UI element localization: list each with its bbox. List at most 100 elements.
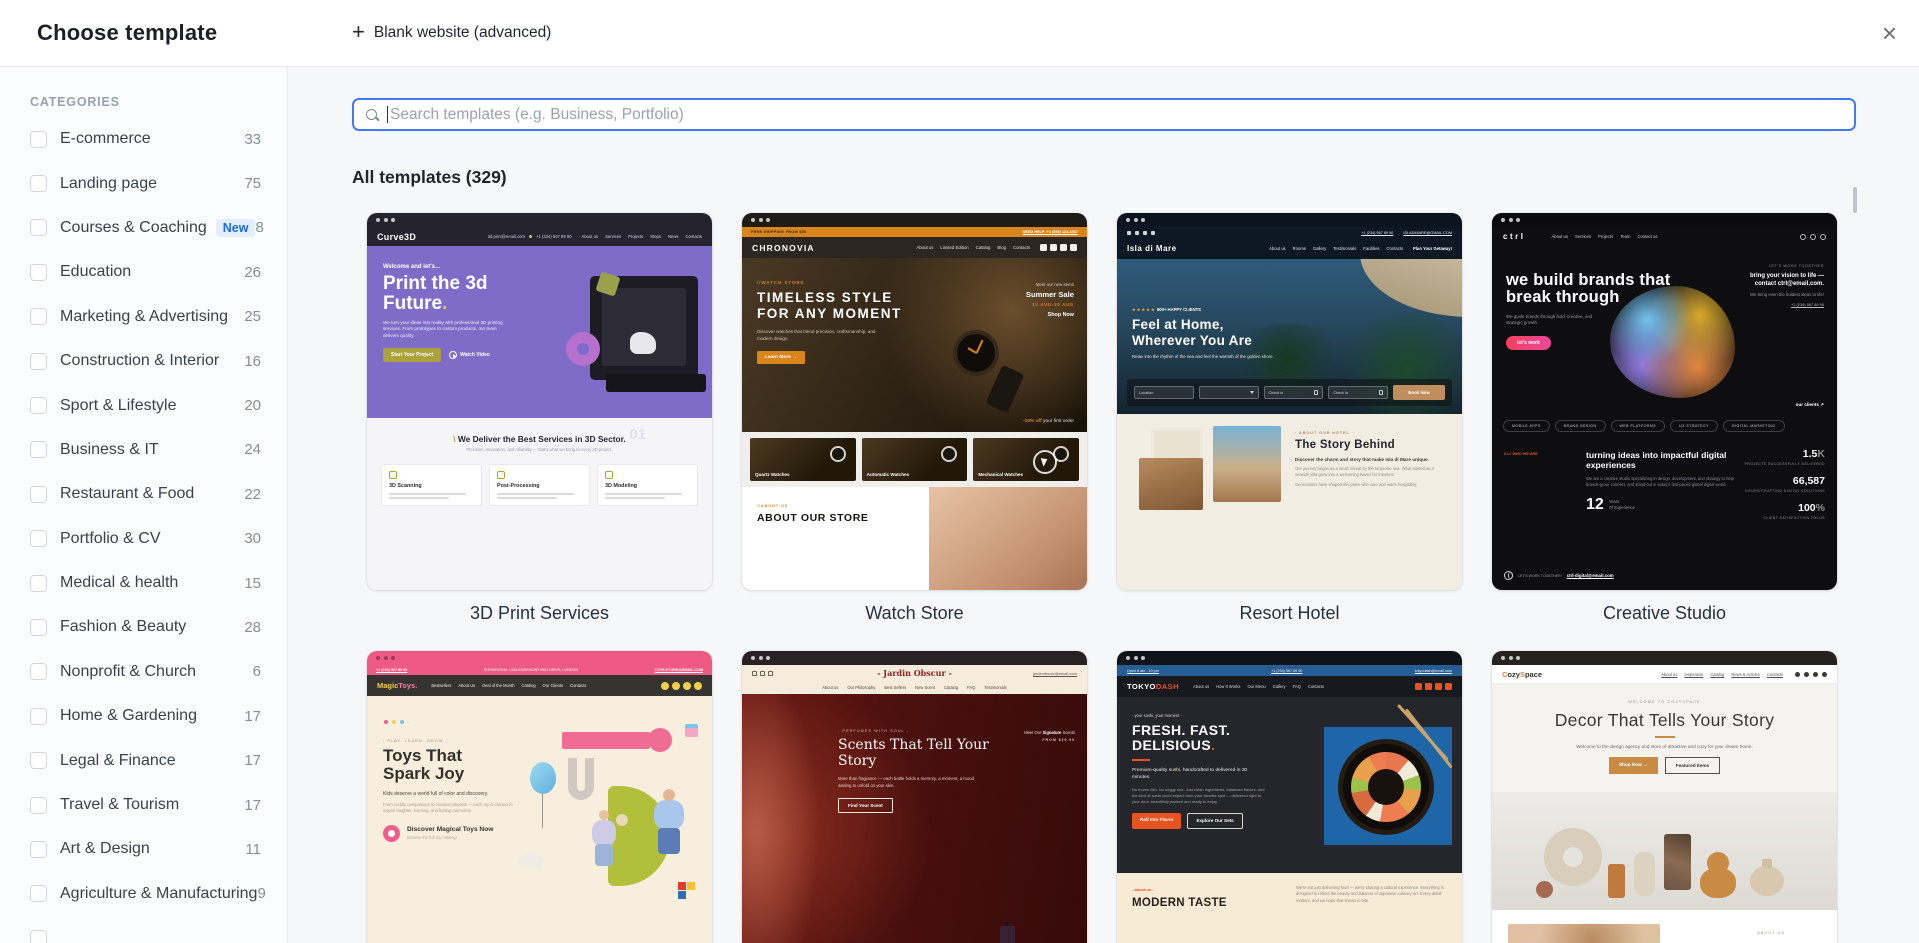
plush-bunny-graphic bbox=[616, 814, 628, 826]
category-item-partial[interactable] bbox=[30, 916, 261, 943]
category-item-fashion-beauty[interactable]: Fashion & Beauty 28 bbox=[30, 605, 261, 649]
template-card-3d-print-services[interactable]: Curve3D 3d.print@email.com +1 (234) 567 8… bbox=[367, 213, 712, 590]
mini-eyebrow: ABOUT US bbox=[1757, 930, 1785, 935]
instagram-icon bbox=[1050, 244, 1057, 251]
category-item-education[interactable]: Education 26 bbox=[30, 250, 261, 294]
checkbox[interactable] bbox=[30, 485, 47, 503]
mini-hero: //WATCH STORE TIMELESS STYLE FOR ANY MOM… bbox=[742, 258, 1087, 432]
mini-nav: About us Our Philosophy Best Sellers New S… bbox=[742, 681, 1087, 694]
category-count: 28 bbox=[244, 618, 261, 636]
blank-website-button[interactable]: + Blank website (advanced) bbox=[352, 21, 552, 43]
category-label: Legal & Finance bbox=[60, 751, 176, 769]
category-item-construction-interior[interactable]: Construction & Interior 16 bbox=[30, 339, 261, 383]
mini-paragraph: We guide brands through bold, creative, … bbox=[1506, 313, 1593, 326]
mini-button: Learn More → bbox=[757, 350, 805, 364]
mini-hero: - your sushi, your moment - FRESH. FAST.… bbox=[1117, 697, 1462, 873]
category-item-restaurant-food[interactable]: Restaurant & Food 22 bbox=[30, 472, 261, 516]
category-item-nonprofit-church[interactable]: Nonprofit & Church 6 bbox=[30, 650, 261, 694]
template-cell: Open 8 am - 10 pm +1 (234) 567 89 00 tok… bbox=[1117, 651, 1462, 943]
template-card-watch-store[interactable]: FREE SHIPPING FROM $50 NEED HELP: +1 (55… bbox=[742, 213, 1087, 590]
tile-quartz: Quartz Watches bbox=[750, 438, 856, 481]
checkbox[interactable] bbox=[30, 796, 47, 814]
category-item-landing-page[interactable]: Landing page 75 bbox=[30, 161, 261, 205]
mini-logo: TOKYODASH bbox=[1127, 682, 1179, 691]
search-bar[interactable] bbox=[352, 98, 1856, 131]
checkbox[interactable] bbox=[30, 707, 47, 725]
mini-eyebrow: WELCOME TO COZYSPACE bbox=[1628, 700, 1701, 704]
social-icons bbox=[1127, 230, 1155, 235]
templates-panel: All templates (329) Curve3D 3d.print@ema… bbox=[288, 67, 1919, 943]
template-card-resort-hotel[interactable]: +1 (234) 567 89 90 ISLADIMARE@GMAIL.COM I… bbox=[1117, 213, 1462, 590]
category-item-ecommerce[interactable]: E-commerce 33 bbox=[30, 117, 261, 161]
category-item-medical-health[interactable]: Medical & health 15 bbox=[30, 561, 261, 605]
template-cell: ctrl About us Services Projects Team Conta… bbox=[1492, 213, 1837, 624]
checkbox[interactable] bbox=[30, 574, 47, 592]
checkbox[interactable] bbox=[30, 752, 47, 770]
mini-nav: About us Inspiration Catalog News & Articl… bbox=[1661, 671, 1783, 677]
checkbox[interactable] bbox=[30, 352, 47, 370]
category-label: Sport & Lifestyle bbox=[60, 396, 177, 414]
feature-icon bbox=[497, 471, 505, 479]
scrollbar-thumb[interactable] bbox=[1853, 187, 1857, 213]
promo-block: Meet our new items Summer Sale 10 AUG-20… bbox=[1025, 282, 1074, 318]
search-input[interactable] bbox=[390, 105, 1842, 124]
checkbox[interactable] bbox=[30, 130, 47, 148]
category-item-agriculture-manufacturing[interactable]: Agriculture & Manufacturing 9 bbox=[30, 872, 266, 916]
checkbox[interactable] bbox=[30, 441, 47, 459]
category-item-home-gardening[interactable]: Home & Gardening 17 bbox=[30, 694, 261, 738]
mini-paragraph: We turn your ideas into reality with pro… bbox=[383, 319, 503, 339]
template-card-toy-store[interactable]: +1 (234) 567 89 90 SHOWROOM: 123A EGREMO… bbox=[367, 651, 712, 943]
category-count: 33 bbox=[244, 130, 261, 148]
checkbox[interactable] bbox=[30, 263, 47, 281]
mini-section: - about us - MODERN TASTE We're not just… bbox=[1117, 873, 1462, 943]
checkbox[interactable] bbox=[30, 618, 47, 636]
mini-nav: About us Rooms Gallery Testimonials Facili… bbox=[1269, 246, 1404, 251]
mini-title: Decor That Tells Your Story bbox=[1554, 710, 1775, 730]
category-item-art-design[interactable]: Art & Design 11 bbox=[30, 827, 261, 871]
instagram-icon bbox=[1425, 683, 1432, 690]
booking-field-checkout: Check in bbox=[1328, 386, 1388, 399]
checkbox[interactable] bbox=[30, 663, 47, 681]
checkbox[interactable] bbox=[30, 219, 47, 237]
template-card-sushi-delivery[interactable]: Open 8 am - 10 pm +1 (234) 567 89 00 tok… bbox=[1117, 651, 1462, 943]
category-label: Restaurant & Food bbox=[60, 485, 195, 503]
stars-icon: ★★★★★ bbox=[1132, 307, 1156, 312]
category-item-business-it[interactable]: Business & IT 24 bbox=[30, 428, 261, 472]
template-card-decor-store[interactable]: CozySpace About us Inspiration Catalog New… bbox=[1492, 651, 1837, 943]
checkbox[interactable] bbox=[30, 175, 47, 193]
promo-block: Meet Our Signature Scents FROM $29.99 bbox=[1024, 730, 1075, 742]
category-label: Medical & health bbox=[60, 574, 179, 592]
category-label: Travel & Tourism bbox=[60, 796, 180, 814]
category-label: Construction & Interior bbox=[60, 352, 220, 370]
checkbox[interactable] bbox=[30, 397, 47, 415]
mini-hero: WELCOME TO COZYSPACE Decor That Tells Yo… bbox=[1492, 684, 1837, 910]
template-name: Creative Studio bbox=[1602, 603, 1727, 623]
close-icon[interactable]: × bbox=[1882, 20, 1897, 46]
checkbox[interactable] bbox=[30, 885, 47, 903]
categories-list: E-commerce 33 Landing page 75 Courses & … bbox=[30, 117, 266, 943]
checkbox[interactable] bbox=[30, 308, 47, 326]
template-card-creative-studio[interactable]: ctrl About us Services Projects Team Conta… bbox=[1492, 213, 1837, 590]
mini-logo: ctrl bbox=[1503, 232, 1526, 241]
mini-hero: - PERFUMES WITH SOUL - Scents That Tell … bbox=[742, 694, 1087, 943]
checkbox[interactable] bbox=[30, 840, 47, 858]
category-item-legal-finance[interactable]: Legal & Finance 17 bbox=[30, 738, 261, 782]
mini-header: Isla di Mare About us Rooms Gallery Testim… bbox=[1117, 238, 1462, 259]
category-item-marketing-advertising[interactable]: Marketing & Advertising 25 bbox=[30, 295, 261, 339]
category-item-courses-coaching[interactable]: Courses & Coaching New 8 bbox=[30, 206, 264, 250]
mini-topbar: +1 (234) 567 89 90 ISLADIMARE@GMAIL.COM bbox=[1117, 227, 1462, 238]
category-item-sport-lifestyle[interactable]: Sport & Lifestyle 20 bbox=[30, 383, 261, 427]
facebook-icon bbox=[1795, 671, 1800, 677]
category-item-travel-tourism[interactable]: Travel & Tourism 17 bbox=[30, 783, 261, 827]
vases-photo bbox=[1492, 792, 1837, 910]
category-item-portfolio-cv[interactable]: Portfolio & CV 30 bbox=[30, 517, 261, 561]
checkbox[interactable] bbox=[30, 929, 47, 943]
cloud-graphic bbox=[518, 854, 544, 868]
youtube-icon bbox=[1060, 244, 1067, 251]
template-card-perfume-store[interactable]: - Jardin Obscur - jardinobscur@email.com… bbox=[742, 651, 1087, 943]
letter-shape-graphic bbox=[568, 758, 594, 800]
category-count: 9 bbox=[257, 885, 266, 903]
checkbox[interactable] bbox=[30, 530, 47, 548]
mini-header: MagicToys. Bestsellers About Us Deal of t… bbox=[367, 675, 712, 696]
blank-website-label: Blank website (advanced) bbox=[373, 24, 552, 41]
